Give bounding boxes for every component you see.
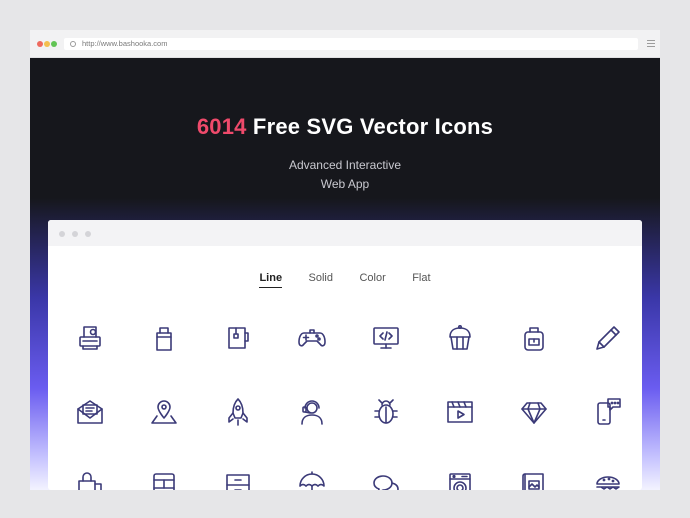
- umbrella-icon[interactable]: [296, 470, 328, 490]
- shopping-bag-icon[interactable]: [148, 322, 180, 354]
- image-book-icon[interactable]: [518, 470, 550, 490]
- title-text: Free SVG Vector Icons: [246, 114, 494, 139]
- bug-icon[interactable]: [370, 396, 402, 428]
- map-pin-icon[interactable]: [148, 396, 180, 428]
- app-preview-titlebar: [48, 220, 642, 246]
- address-bar-url: http://www.bashooka.com: [82, 39, 168, 48]
- icon-count: 6014: [196, 114, 247, 139]
- cupcake-basket-icon[interactable]: [444, 322, 476, 354]
- page-title: 6014 Free SVG Vector Icons: [30, 114, 660, 140]
- shopping-bags-icon[interactable]: [74, 470, 106, 490]
- browser-toolbar: http://www.bashooka.com: [30, 30, 660, 58]
- mobile-chat-icon[interactable]: [592, 396, 624, 428]
- drawer-cabinet-icon[interactable]: [222, 470, 254, 490]
- rocket-icon[interactable]: [222, 396, 254, 428]
- subtitle-line-1: Advanced Interactive: [288, 158, 402, 172]
- mail-letter-icon[interactable]: [74, 396, 106, 428]
- code-monitor-icon[interactable]: [370, 322, 402, 354]
- tab-solid[interactable]: Solid: [309, 272, 333, 287]
- app-preview-window: Line Solid Color Flat: [48, 220, 642, 490]
- burger-icon[interactable]: [592, 470, 624, 490]
- video-player-icon[interactable]: [444, 396, 476, 428]
- diamond-icon[interactable]: [518, 396, 550, 428]
- tea-mug-icon[interactable]: [222, 322, 254, 354]
- pencil-icon[interactable]: [592, 322, 624, 354]
- printer-icon[interactable]: [74, 322, 106, 354]
- subtitle-line-2: Web App: [320, 177, 370, 191]
- tab-line[interactable]: Line: [259, 272, 283, 288]
- washing-machine-icon[interactable]: [444, 470, 476, 490]
- tab-flat[interactable]: Flat: [412, 272, 430, 287]
- bus-icon[interactable]: [148, 470, 180, 490]
- backpack-icon[interactable]: [518, 322, 550, 354]
- gamepad-icon[interactable]: [296, 322, 328, 354]
- tab-color[interactable]: Color: [359, 272, 385, 287]
- hero-section: 6014 Free SVG Vector Icons Advanced Inte…: [30, 58, 660, 490]
- window-dot: [59, 231, 65, 237]
- address-bar[interactable]: http://www.bashooka.com: [64, 38, 638, 50]
- hamburger-menu-icon[interactable]: [647, 40, 655, 49]
- chat-bubbles-icon[interactable]: [370, 470, 402, 490]
- minimize-window-button[interactable]: [44, 41, 50, 47]
- style-tabs: Line Solid Color Flat: [48, 268, 642, 288]
- search-icon: [70, 41, 76, 47]
- support-agent-icon[interactable]: [296, 396, 328, 428]
- window-dot: [85, 231, 91, 237]
- maximize-window-button[interactable]: [51, 41, 57, 47]
- close-window-button[interactable]: [37, 41, 43, 47]
- browser-window: http://www.bashooka.com 6014 Free SVG Ve…: [30, 30, 660, 490]
- window-dot: [72, 231, 78, 237]
